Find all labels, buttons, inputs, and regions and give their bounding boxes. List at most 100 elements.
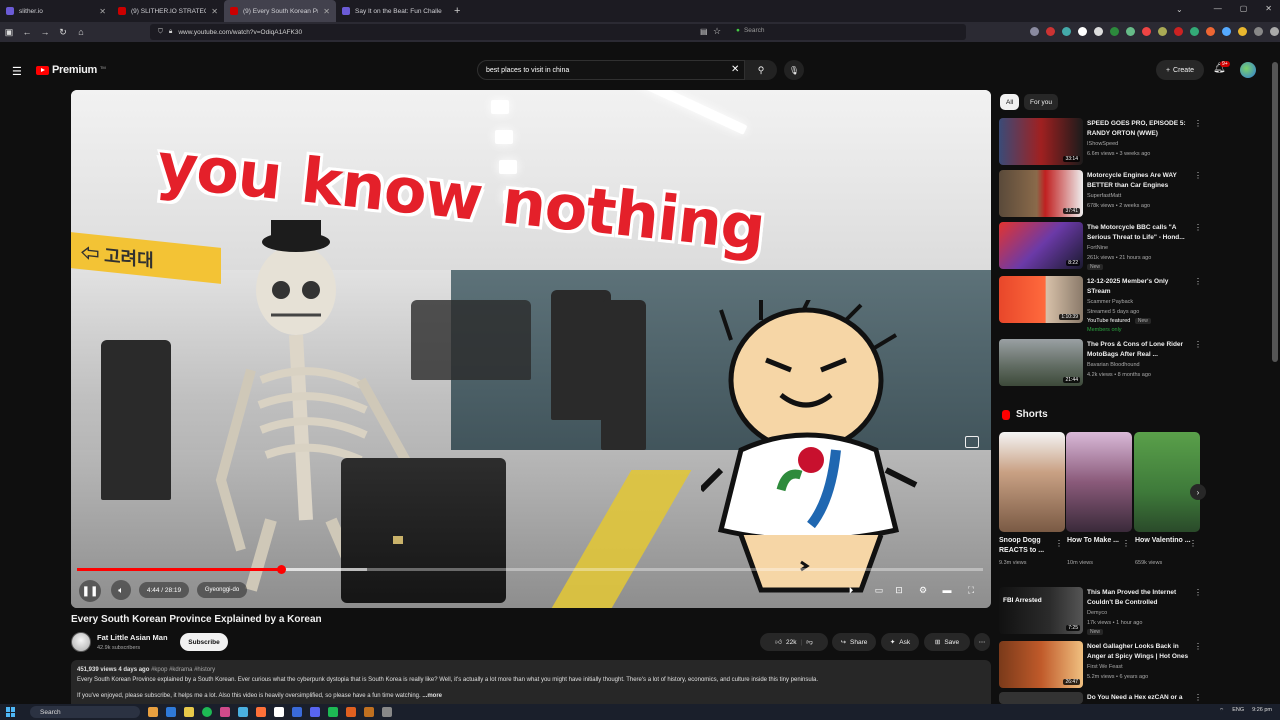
library-icon[interactable] <box>1030 27 1039 36</box>
taskbar-app-icon[interactable] <box>346 707 356 717</box>
recommended-title[interactable]: The Pros & Cons of Lone Rider MotoBags A… <box>1087 340 1191 359</box>
wifi-icon[interactable]: ⌔ <box>1219 707 1224 714</box>
recommended-title[interactable]: The Motorcycle BBC calls "A Serious Thre… <box>1087 223 1191 242</box>
taskbar-app-icon[interactable] <box>328 707 338 717</box>
recommended-channel[interactable]: IShowSpeed <box>1087 141 1118 147</box>
settings-gear-icon[interactable] <box>382 707 392 717</box>
progress-bar[interactable] <box>77 565 983 574</box>
tab-close-icon[interactable]: ✕ <box>99 7 106 16</box>
video-player[interactable]: ⇦ 고려대 you know nothing ❚❚ 🔈︎ 4:44 / 28:1… <box>71 90 991 608</box>
extension-icon[interactable] <box>1174 27 1183 36</box>
extension-icon[interactable] <box>1078 27 1087 36</box>
taskbar-app-icon[interactable] <box>364 707 374 717</box>
thumbs-down-icon[interactable]: 👎︎ <box>806 638 813 646</box>
list-all-tabs-icon[interactable]: ⌄ <box>1176 5 1183 14</box>
extension-icon[interactable] <box>1158 27 1167 36</box>
extension-icon[interactable] <box>1238 27 1247 36</box>
extension-icon[interactable] <box>1062 27 1071 36</box>
recommended-video[interactable]: 1:10:39 12-12-2025 Member's Only STream … <box>999 276 1202 334</box>
browser-tab-active[interactable]: (9) Every South Korean Pro ✕ <box>224 0 336 22</box>
more-actions-button[interactable]: ⋯ <box>974 633 990 651</box>
recommended-channel[interactable]: Demyco <box>1087 610 1107 616</box>
reload-icon[interactable]: ↻ <box>54 27 72 38</box>
firefox-icon[interactable] <box>256 707 266 717</box>
more-vertical-icon[interactable]: ⋮ <box>1194 223 1202 232</box>
recommended-video[interactable]: FBI Arrested 7:25 This Man Proved the In… <box>999 587 1202 637</box>
recommended-channel[interactable]: FortNine <box>1087 245 1108 251</box>
tab-close-icon[interactable]: ✕ <box>323 7 330 16</box>
recommended-video[interactable]: Do You Need a Hex ezCAN or a ⋮ <box>999 692 1199 704</box>
show-more-link[interactable]: ...more <box>422 693 442 699</box>
browser-tab[interactable]: (9) SLITHER.IO STRATEGIES, TIPS ✕ <box>112 0 224 22</box>
share-button[interactable]: ↪ Share <box>832 633 876 651</box>
ask-button[interactable]: ✦ Ask <box>881 633 919 651</box>
recommended-channel[interactable]: SuperfastMatt <box>1087 193 1121 199</box>
extension-icon[interactable] <box>1254 27 1263 36</box>
captions-button[interactable]: ⊡ <box>889 580 909 600</box>
recommended-video[interactable]: 33:14 SPEED GOES PRO, EPISODE 5: RANDY O… <box>999 118 1202 168</box>
chapter-title[interactable]: Gyeonggi-do <box>197 582 247 598</box>
miniplayer-expand-icon[interactable] <box>965 436 979 448</box>
extension-icon[interactable] <box>1222 27 1231 36</box>
hashtags[interactable]: #kpop #kdrama #history <box>151 667 215 673</box>
video-thumbnail[interactable]: 8:22 <box>999 222 1083 269</box>
recommended-video[interactable]: 8:22 The Motorcycle BBC calls "A Serious… <box>999 222 1202 272</box>
fullscreen-button[interactable]: ⛶ <box>961 580 981 600</box>
more-vertical-icon[interactable]: ⋮ <box>1194 277 1202 286</box>
close-window-icon[interactable]: ✕ <box>1265 4 1272 13</box>
chip-for-you[interactable]: For you <box>1024 94 1059 110</box>
short-thumbnail[interactable] <box>1066 432 1132 532</box>
more-vertical-icon[interactable]: ⋮ <box>1194 340 1202 349</box>
video-thumbnail[interactable]: 1:10:39 <box>999 276 1083 323</box>
pause-button[interactable]: ❚❚ <box>79 580 101 602</box>
more-vertical-icon[interactable]: ⋮ <box>1189 539 1197 548</box>
recommended-title[interactable]: This Man Proved the Internet Couldn't Be… <box>1087 588 1191 607</box>
short-title[interactable]: How To Make ... <box>1067 536 1127 546</box>
taskbar-app-icon[interactable] <box>292 707 302 717</box>
forward-icon[interactable]: → <box>36 27 54 37</box>
search-button[interactable]: ⚲ <box>745 60 777 80</box>
more-vertical-icon[interactable]: ⋮ <box>1122 539 1130 548</box>
bookmark-star-icon[interactable]: ☆ <box>713 26 721 37</box>
discord-icon[interactable] <box>310 707 320 717</box>
url-bar[interactable]: ⛉ 🔒︎ www.youtube.com/watch?v=OdiqA1AFK30 <box>150 24 966 40</box>
progress-scrubber-handle[interactable] <box>276 565 286 574</box>
create-button[interactable]: + Create <box>1156 60 1204 80</box>
shorts-next-button[interactable]: › <box>1190 484 1206 500</box>
new-tab-icon[interactable]: + <box>454 5 460 17</box>
short-title[interactable]: How Valentino ... <box>1135 536 1195 546</box>
extension-icon[interactable] <box>1142 27 1151 36</box>
more-vertical-icon[interactable]: ⋮ <box>1194 642 1202 651</box>
recommended-title[interactable]: Noel Gallagher Looks Back in Anger at Sp… <box>1087 642 1191 661</box>
hamburger-menu-icon[interactable]: ☰ <box>12 65 22 78</box>
voice-search-button[interactable]: 🎙︎ <box>784 60 804 80</box>
clock[interactable]: 9:26 pm <box>1252 707 1272 714</box>
youtube-premium-logo[interactable]: Premium TM <box>36 64 106 76</box>
recommended-title[interactable]: 12-12-2025 Member's Only STream <box>1087 277 1191 296</box>
more-vertical-icon[interactable]: ⋮ <box>1194 119 1202 128</box>
taskbar-app-icon[interactable] <box>166 707 176 717</box>
extension-icon[interactable] <box>1094 27 1103 36</box>
like-button[interactable]: 👍︎ 22k <box>775 638 796 647</box>
short-title[interactable]: Snoop Dogg REACTS to ... <box>999 536 1059 556</box>
sidebar-toggle-icon[interactable]: ▣ <box>0 27 18 38</box>
home-icon[interactable]: ⌂ <box>72 27 90 37</box>
taskbar-app-icon[interactable] <box>220 707 230 717</box>
taskbar-app-icon[interactable] <box>274 707 284 717</box>
video-thumbnail[interactable]: FBI Arrested 7:25 <box>999 587 1083 634</box>
extension-icon[interactable] <box>1046 27 1055 36</box>
recommended-channel[interactable]: First We Feast <box>1087 664 1123 670</box>
save-button[interactable]: ⊞ Save <box>924 633 970 651</box>
recommended-video[interactable]: 26:47 Noel Gallagher Looks Back in Anger… <box>999 641 1202 691</box>
short-thumbnail[interactable] <box>999 432 1065 532</box>
taskbar-app-icon[interactable] <box>148 707 158 717</box>
input-language[interactable]: ENG <box>1232 707 1244 714</box>
settings-button[interactable]: ⚙ <box>913 580 933 600</box>
video-thumbnail[interactable]: 33:14 <box>999 118 1083 165</box>
reader-view-icon[interactable]: ▤ <box>700 27 708 36</box>
page-scrollbar[interactable] <box>1272 62 1278 362</box>
volume-button[interactable]: 🔈︎ <box>111 580 131 600</box>
extension-icon[interactable] <box>1126 27 1135 36</box>
file-explorer-icon[interactable] <box>184 707 194 717</box>
recommended-channel[interactable]: Bavarian Bloodhound <box>1087 362 1140 368</box>
